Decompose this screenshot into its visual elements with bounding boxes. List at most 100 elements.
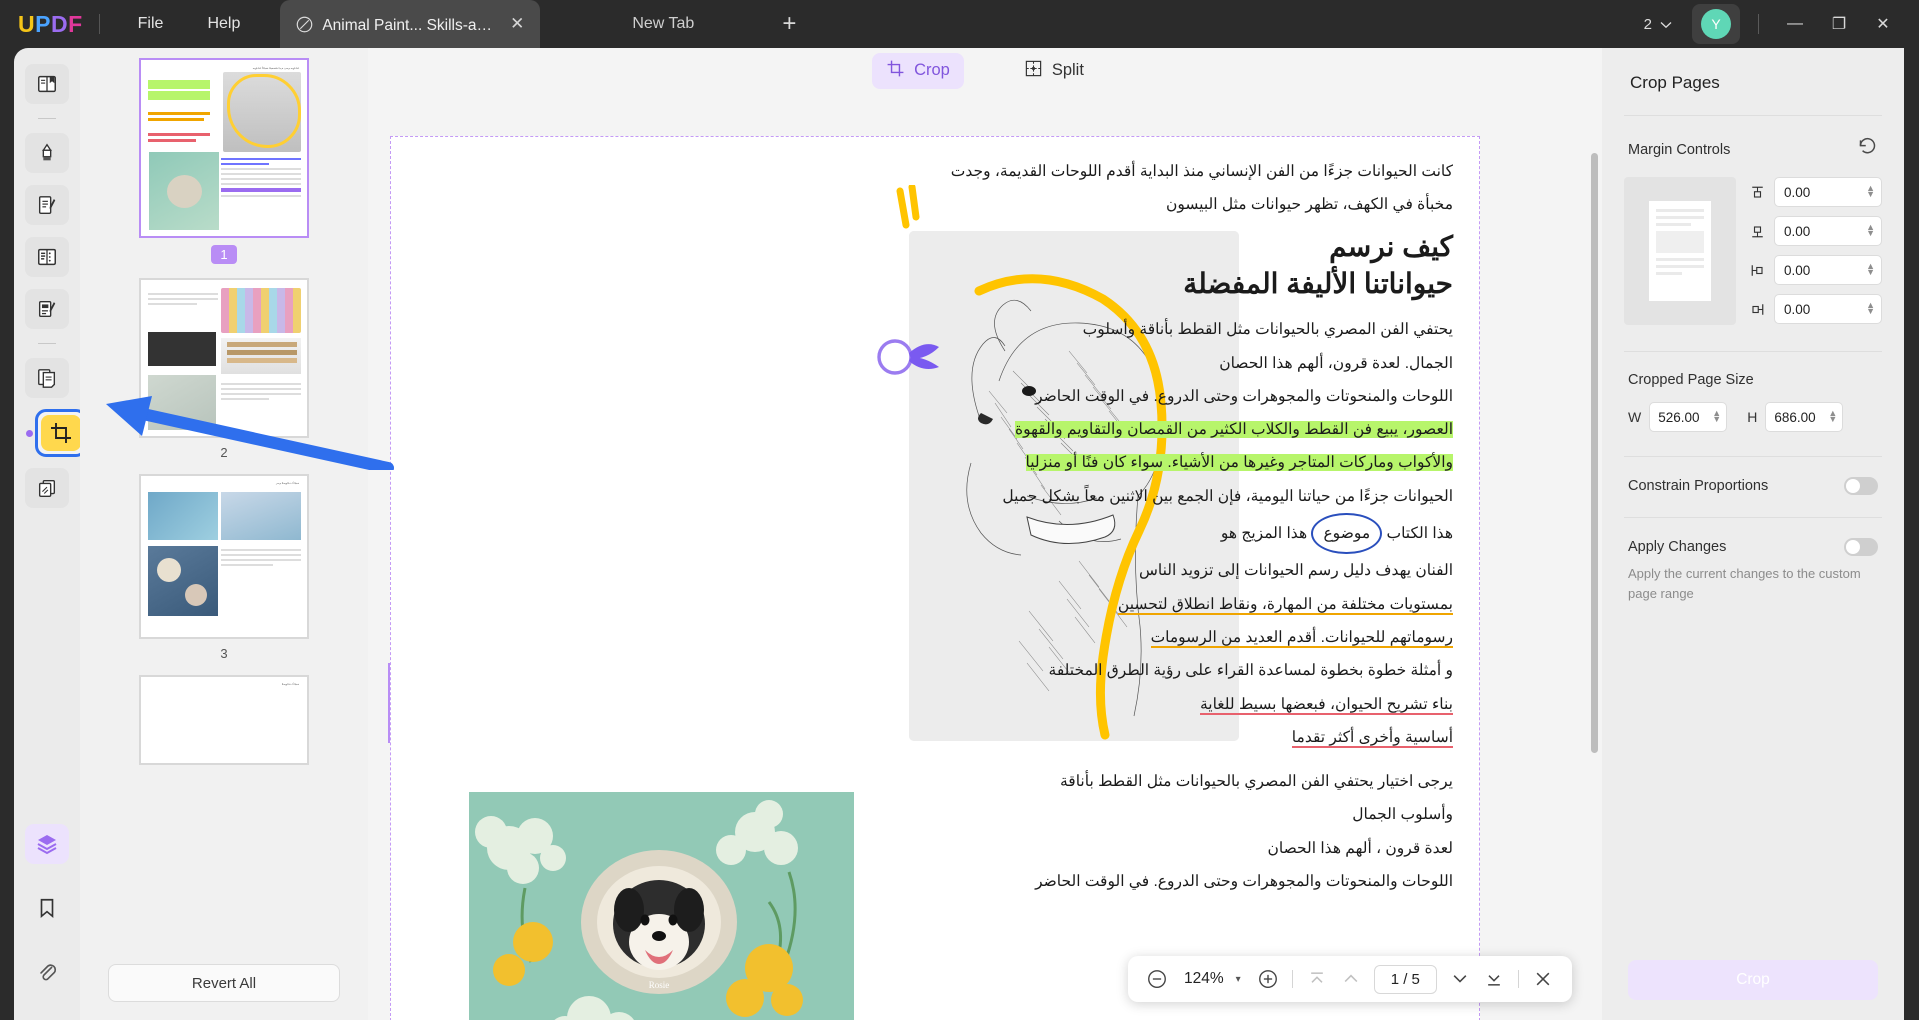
thumbnail-list[interactable]: ﺎﻨﺗﺎﻧﺍﻮﻴﺣ ﻢﺳﺮﻧ ﻒﻴﻛ ﺔﻠﻀﻔﻤﻟﺍ ﺔﻔﻴﻟﻷﺍ ﺎﻨﺗﺎﻧﺍ… xyxy=(80,48,368,948)
tab-split-label: Split xyxy=(1051,61,1084,79)
updf-logo: UPDF xyxy=(18,10,83,37)
page-indicator[interactable]: 1 / 5 xyxy=(1373,964,1437,994)
rail-divider-1 xyxy=(38,118,56,119)
sidebar-item-batch[interactable] xyxy=(25,468,69,508)
svg-text:Rosie: Rosie xyxy=(649,980,670,990)
apply-changes-label: Apply Changes xyxy=(1628,539,1727,555)
thumbnail-page-4[interactable]: ﺔﻔﻴﻟﻷﺍ ﺕﺎﻧﺍﻮﻴﺤﻟﺍ xyxy=(139,675,309,765)
add-tab-button[interactable]: + xyxy=(782,10,796,38)
stepper-arrows[interactable]: ▲ ▼ xyxy=(1712,409,1721,423)
sidebar-item-bookmark[interactable] xyxy=(25,888,69,928)
cropped-size-header: Cropped Page Size xyxy=(1602,352,1904,388)
sidebar-item-highlighter[interactable] xyxy=(25,133,69,173)
crop-pages-icon xyxy=(41,415,81,451)
document-tab[interactable]: Animal Paint... Skills-ar自用 ✕ xyxy=(280,0,541,48)
window-pagecount-value: 2 xyxy=(1643,15,1652,33)
sidebar-item-reader[interactable] xyxy=(25,64,69,104)
window-close-icon[interactable]: ✕ xyxy=(1861,7,1905,41)
doc-line: يحتفي الفن المصري بالحيوانات مثل القطط ب… xyxy=(1082,321,1453,339)
revert-all-button[interactable]: Revert All xyxy=(108,964,340,1002)
margin-right-input[interactable]: 0.00 ▲ ▼ xyxy=(1774,294,1882,324)
document-text-top: كانت الحيوانات جزءًا من الفن الإنساني من… xyxy=(933,155,1453,754)
sidebar-item-annotate[interactable] xyxy=(25,289,69,329)
margin-controls-body: 0.00 ▲ ▼ 0.00 ▲ ▼ 0.00 ▲ ▼ 0.00 ▲ ▼ xyxy=(1602,163,1904,325)
doc-line-pre: هذا الكتاب xyxy=(1386,525,1453,543)
margin-controls-label: Margin Controls xyxy=(1628,141,1731,158)
crop-button[interactable]: Crop xyxy=(1628,960,1878,1000)
tab-split[interactable]: Split xyxy=(1010,53,1098,89)
close-toolbar-icon[interactable] xyxy=(1526,962,1560,996)
apply-changes-toggle[interactable] xyxy=(1844,538,1878,556)
sidebar-item-form[interactable] xyxy=(25,237,69,277)
stepper-arrows[interactable]: ▲ ▼ xyxy=(1866,184,1875,198)
prev-page-button[interactable] xyxy=(1334,962,1368,996)
stepper-arrows[interactable]: ▲ ▼ xyxy=(1828,409,1837,423)
next-page-button[interactable] xyxy=(1443,962,1477,996)
margin-bottom-icon xyxy=(1748,224,1766,239)
sidebar-item-organize-pages[interactable] xyxy=(25,358,69,398)
new-tab-label[interactable]: New Tab xyxy=(632,15,694,33)
page-scroll-area[interactable]: Rosie كانت الحيوانات جزءًا من الفن الإنس… xyxy=(368,93,1602,1020)
cropped-size-fields: W 526.00 ▲ ▼ H 686.00 ▲ ▼ xyxy=(1602,388,1904,432)
stepper-arrows[interactable]: ▲ ▼ xyxy=(1866,301,1875,315)
chevron-down-icon xyxy=(1660,16,1672,33)
doc-title-line-1: كيف نرسم xyxy=(1329,230,1453,262)
sidebar-item-edit-text[interactable] xyxy=(25,185,69,225)
window-pagecount[interactable]: 2 xyxy=(1632,10,1684,39)
minimize-icon[interactable]: — xyxy=(1773,7,1817,41)
width-input[interactable]: 526.00 ▲ ▼ xyxy=(1649,402,1728,432)
thumbnail-page-3[interactable]: ﺔﻔﻴﻟﻷﺍ ﺕﺎﻧﺍﻮﻴﺤﻟﺍ ﻢﺳﺭ xyxy=(139,474,309,639)
margin-top-row: 0.00 ▲ ▼ xyxy=(1748,177,1882,207)
margin-left-row: 0.00 ▲ ▼ xyxy=(1748,255,1882,285)
reset-icon[interactable] xyxy=(1857,136,1878,163)
thumbnail-item[interactable]: ﺔﻔﻴﻟﻷﺍ ﺕﺎﻧﺍﻮﻴﺤﻟﺍ ﻢﺳﺭ 3 xyxy=(80,474,368,661)
doc-underline-orange: بمستويات مختلفة من المهارة، ونقاط انطلاق… xyxy=(1117,595,1453,615)
document-text-bottom: يرجى اختيار يحتفي الفن المصري بالحيوانات… xyxy=(933,765,1453,898)
toolbar-divider xyxy=(1291,970,1293,988)
thumbnail-item[interactable]: ﺎﻨﺗﺎﻧﺍﻮﻴﺣ ﻢﺳﺮﻧ ﻒﻴﻛ ﺔﻠﻀﻔﻤﻟﺍ ﺔﻔﻴﻟﻷﺍ ﺎﻨﺗﺎﻧﺍ… xyxy=(80,58,368,264)
pdf-page[interactable]: Rosie كانت الحيوانات جزءًا من الفن الإنس… xyxy=(390,136,1480,1020)
margin-right-value: 0.00 xyxy=(1784,301,1811,317)
margin-bottom-input[interactable]: 0.00 ▲ ▼ xyxy=(1774,216,1882,246)
tool-rail xyxy=(14,48,87,1020)
toolbar-divider-2 xyxy=(1517,970,1519,988)
thumbnail-page-2[interactable] xyxy=(139,278,309,438)
last-page-button[interactable] xyxy=(1477,962,1511,996)
zoom-in-button[interactable] xyxy=(1251,962,1285,996)
height-value: 686.00 xyxy=(1774,409,1816,425)
menu-help[interactable]: Help xyxy=(185,9,262,39)
stepper-arrows[interactable]: ▲ ▼ xyxy=(1866,262,1875,276)
updf-window: UPDF File Help Animal Paint... Skills-ar… xyxy=(0,0,1919,1020)
doc-underline-red: بناء تشريح الحيوان، فبعضها بسيط للغاية xyxy=(1199,695,1453,715)
tab-crop-label: Crop xyxy=(914,61,950,79)
crop-split-tabs: Crop Split xyxy=(368,48,1602,93)
width-label: W xyxy=(1628,409,1642,425)
apply-changes-description: Apply the current changes to the custom … xyxy=(1628,566,1861,601)
vertical-scrollbar[interactable] xyxy=(1591,153,1598,753)
cropped-size-label: Cropped Page Size xyxy=(1628,372,1754,388)
window-divider xyxy=(1758,14,1759,34)
maximize-icon[interactable]: ❐ xyxy=(1817,7,1861,41)
menu-file[interactable]: File xyxy=(116,9,186,39)
sidebar-item-attachment[interactable] xyxy=(25,952,69,992)
close-icon[interactable]: ✕ xyxy=(510,14,524,34)
doc-line: الفنان يهدف دليل رسم الحيوانات إلى تزويد… xyxy=(1138,562,1453,580)
account-button[interactable]: Y xyxy=(1692,4,1740,44)
split-icon xyxy=(1024,59,1043,83)
crop-pages-panel: Crop Pages Margin Controls 0.00 ▲ ▼ 0.00… xyxy=(1602,48,1904,1020)
thumbnail-item[interactable]: 2 xyxy=(80,278,368,460)
mini-page-thumb xyxy=(1649,201,1711,301)
constrain-toggle[interactable] xyxy=(1844,477,1878,495)
stepper-arrows[interactable]: ▲ ▼ xyxy=(1866,223,1875,237)
zoom-out-button[interactable] xyxy=(1140,962,1174,996)
height-input[interactable]: 686.00 ▲ ▼ xyxy=(1765,402,1844,432)
sidebar-item-layers[interactable] xyxy=(25,824,69,864)
margin-top-input[interactable]: 0.00 ▲ ▼ xyxy=(1774,177,1882,207)
first-page-button[interactable] xyxy=(1300,962,1334,996)
margin-left-input[interactable]: 0.00 ▲ ▼ xyxy=(1774,255,1882,285)
zoom-dropdown-icon[interactable]: ▾ xyxy=(1234,974,1251,985)
zoom-level[interactable]: 124% xyxy=(1174,970,1234,988)
thumbnail-page-1[interactable]: ﺎﻨﺗﺎﻧﺍﻮﻴﺣ ﻢﺳﺮﻧ ﻒﻴﻛ ﺔﻠﻀﻔﻤﻟﺍ ﺔﻔﻴﻟﻷﺍ ﺎﻨﺗﺎﻧﺍ… xyxy=(139,58,309,238)
tab-crop[interactable]: Crop xyxy=(872,52,964,89)
thumbnail-item[interactable]: ﺔﻔﻴﻟﻷﺍ ﺕﺎﻧﺍﻮﻴﺤﻟﺍ xyxy=(80,675,368,765)
